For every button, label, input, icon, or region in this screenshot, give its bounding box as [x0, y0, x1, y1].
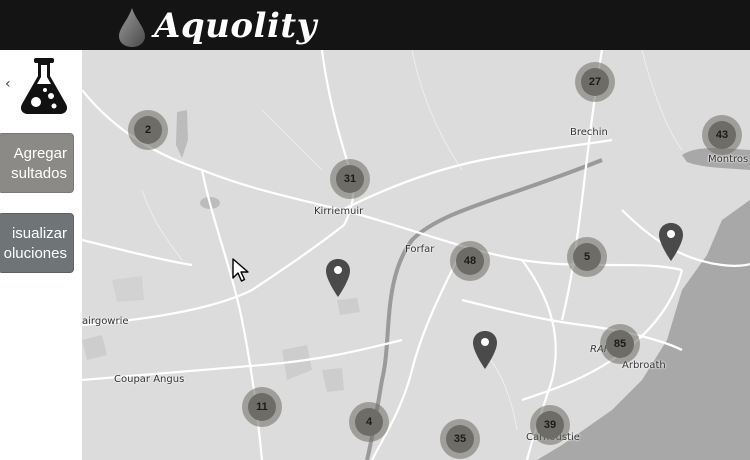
map-cluster-marker[interactable]: 39 — [530, 405, 570, 445]
place-label: Montros — [708, 154, 749, 165]
map-pin-icon[interactable] — [325, 258, 351, 298]
map-cluster-marker[interactable]: 4 — [349, 402, 389, 442]
map-cluster-marker[interactable]: 5 — [567, 237, 607, 277]
map-view[interactable]: Brechin Montros Kirriemuir Forfar airgow… — [82, 50, 750, 460]
cluster-count: 27 — [581, 68, 609, 96]
cluster-count: 31 — [336, 165, 364, 193]
flask-icon — [20, 58, 68, 114]
add-results-label-line1: Agregar — [13, 145, 67, 162]
cluster-count: 4 — [355, 408, 383, 436]
place-label: Brechin — [570, 127, 608, 138]
cluster-count: 43 — [708, 121, 736, 149]
map-pin-icon[interactable] — [658, 222, 684, 262]
map-pin-icon[interactable] — [472, 330, 498, 370]
map-cluster-marker[interactable]: 43 — [702, 115, 742, 155]
place-label: Kirriemuir — [314, 206, 364, 217]
place-label: Coupar Angus — [114, 374, 185, 385]
cluster-count: 85 — [606, 330, 634, 358]
cluster-count: 11 — [248, 393, 276, 421]
view-solutions-label-line1: isualizar — [11, 225, 67, 242]
water-drop-icon — [119, 8, 145, 47]
cluster-count: 2 — [134, 116, 162, 144]
place-label: Forfar — [405, 244, 435, 255]
mouse-cursor-icon — [232, 258, 249, 282]
add-results-button[interactable]: Agregar sultados — [0, 133, 74, 193]
map-cluster-marker[interactable]: 85 — [600, 324, 640, 364]
map-cluster-marker[interactable]: 11 — [242, 387, 282, 427]
cluster-count: 35 — [446, 425, 474, 453]
view-solutions-label-line2: oluciones — [3, 245, 67, 262]
map-cluster-marker[interactable]: 48 — [450, 241, 490, 281]
view-solutions-button[interactable]: isualizar oluciones — [0, 213, 74, 273]
map-cluster-marker[interactable]: 2 — [128, 110, 168, 150]
cluster-count: 39 — [536, 411, 564, 439]
place-label: airgowrie — [82, 316, 129, 327]
map-cluster-marker[interactable]: 27 — [575, 62, 615, 102]
chevron-left-icon[interactable]: ‹ — [5, 76, 11, 92]
brand-logo-text[interactable]: Aquolity — [154, 4, 317, 48]
add-results-label-line2: sultados — [11, 165, 67, 182]
map-cluster-marker[interactable]: 35 — [440, 419, 480, 459]
top-navbar: Aquolity — [0, 0, 750, 50]
map-cluster-marker[interactable]: 31 — [330, 159, 370, 199]
cluster-count: 48 — [456, 247, 484, 275]
cluster-count: 5 — [573, 243, 601, 271]
map-tiles — [82, 50, 750, 460]
